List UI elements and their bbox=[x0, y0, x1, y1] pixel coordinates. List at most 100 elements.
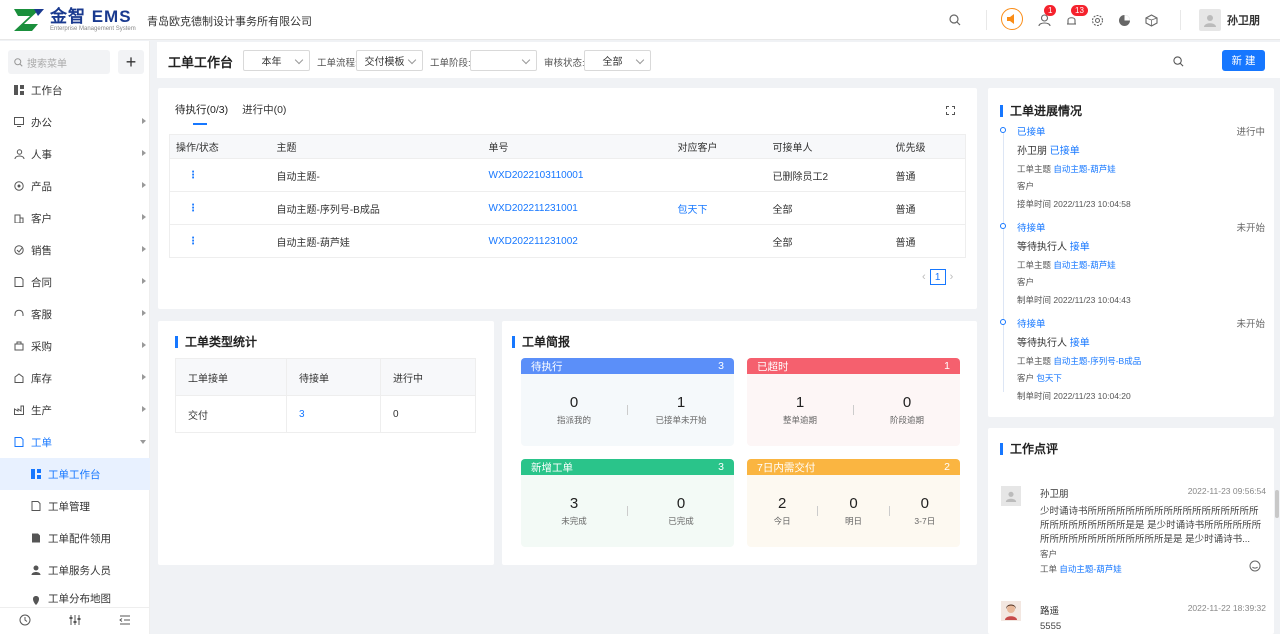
sidebar-subitem-staff[interactable]: 工单服务人员 bbox=[0, 554, 150, 586]
sidebar-item-product[interactable]: 产品 bbox=[0, 170, 150, 202]
app-logo[interactable]: 金智 EMS Enterprise Management System bbox=[12, 7, 136, 33]
add-button[interactable]: + bbox=[118, 50, 144, 74]
period-select[interactable]: 本年 bbox=[243, 50, 310, 71]
search-icon[interactable] bbox=[946, 11, 964, 29]
time-value: 2022/11/23 10:04:58 bbox=[1053, 199, 1131, 209]
sidebar-item-hr[interactable]: 人事 bbox=[0, 138, 150, 170]
scrollbar[interactable] bbox=[1275, 490, 1279, 518]
sidebar-item-workbench[interactable]: 工作台 bbox=[0, 74, 150, 106]
comment-time: 2022-11-23 09:56:54 bbox=[1187, 486, 1266, 496]
sidebar-subitem-map[interactable]: 工单分布地图 bbox=[0, 586, 150, 606]
reply-icon[interactable] bbox=[1249, 560, 1261, 575]
menu-search-input[interactable]: 搜索菜单 bbox=[8, 50, 110, 74]
row-number-link[interactable]: WXD202211231001 bbox=[482, 191, 672, 225]
pagination: ‹ 1 › bbox=[922, 269, 953, 285]
sidebar-item-sales[interactable]: 销售 bbox=[0, 234, 150, 266]
brief-box-overdue[interactable]: 已超时 1 1 整单逾期 0 阶段逾期 bbox=[747, 358, 960, 446]
document-icon bbox=[13, 436, 25, 448]
subject-link[interactable]: 自动主题-序列号-B成品 bbox=[1053, 356, 1141, 366]
sidebar-subitem-manage[interactable]: 工单管理 bbox=[0, 490, 150, 522]
row-customer-link[interactable] bbox=[671, 158, 767, 192]
brief-box-due-7-days[interactable]: 7日内需交付 2 2 今日 0 明日 0 3-7日 bbox=[747, 459, 960, 547]
sidebar-item-customer[interactable]: 客户 bbox=[0, 202, 150, 234]
brief-stat-number: 0 bbox=[569, 394, 579, 411]
progress-status[interactable]: 待接单 bbox=[1017, 220, 1046, 234]
fullscreen-icon[interactable] bbox=[946, 104, 955, 118]
header-divider bbox=[986, 10, 987, 30]
pie-chart-icon[interactable] bbox=[1115, 11, 1133, 29]
flow-select[interactable]: 交付模板 bbox=[356, 50, 423, 71]
column-header: 主题 bbox=[270, 134, 483, 159]
row-customer-link[interactable]: 包天下 bbox=[671, 191, 767, 225]
new-button[interactable]: 新 建 bbox=[1222, 50, 1265, 71]
collapse-menu-icon[interactable] bbox=[119, 614, 131, 629]
sidebar-item-service[interactable]: 客服 bbox=[0, 298, 150, 330]
pending-count-link[interactable]: 3 bbox=[286, 395, 381, 433]
bell-icon[interactable]: 13 bbox=[1062, 5, 1088, 29]
brief-box-pending[interactable]: 待执行 3 0 指派我的 1 已接单未开始 bbox=[521, 358, 734, 446]
comments-title: 工作点评 bbox=[1000, 440, 1058, 457]
brief-box-header: 待执行 3 bbox=[521, 358, 734, 374]
brief-stat[interactable]: 3 未完成 bbox=[521, 495, 627, 527]
sidebar-item-workorder[interactable]: 工单 bbox=[0, 426, 150, 458]
next-page-icon[interactable]: › bbox=[950, 271, 954, 283]
subject-link[interactable]: 自动主题-葫芦娃 bbox=[1053, 260, 1115, 270]
brief-stat[interactable]: 0 已完成 bbox=[628, 495, 734, 527]
row-actions-menu[interactable]: ⋮ bbox=[169, 191, 271, 225]
chevron-down-icon bbox=[521, 55, 531, 65]
subject-link[interactable]: 自动主题-葫芦娃 bbox=[1053, 164, 1115, 174]
row-actions-menu[interactable]: ⋮ bbox=[169, 224, 271, 258]
sidebar-item-office[interactable]: 办公 bbox=[0, 106, 150, 138]
sidebar-subitem-workbench[interactable]: 工单工作台 bbox=[0, 458, 150, 490]
brief-stat[interactable]: 1 整单逾期 bbox=[747, 394, 853, 426]
sidebar-item-inventory[interactable]: 库存 bbox=[0, 362, 150, 394]
table-header-row: 操作/状态 主题 单号 对应客户 可接单人 优先级 bbox=[169, 134, 966, 159]
sidebar-item-label: 工单分布地图 bbox=[48, 593, 111, 605]
time-label: 制单时间 bbox=[1017, 391, 1052, 401]
user-menu[interactable]: 孙卫朋 bbox=[1199, 9, 1260, 31]
sidebar-subitem-parts[interactable]: 工单配件领用 bbox=[0, 522, 150, 554]
brief-stat[interactable]: 2 今日 bbox=[747, 495, 817, 527]
row-actions-menu[interactable]: ⋮ bbox=[169, 158, 271, 192]
progress-state: 进行中 bbox=[1236, 127, 1265, 138]
comment-author: 孙卫朋 bbox=[1040, 489, 1069, 500]
review-select-value: 全部 bbox=[602, 57, 623, 68]
page-number[interactable]: 1 bbox=[929, 269, 946, 285]
brief-box-count: 3 bbox=[718, 461, 724, 473]
tab-in-progress[interactable]: 进行中(0) bbox=[242, 102, 286, 117]
sidebar-item-contract[interactable]: 合同 bbox=[0, 266, 150, 298]
brief-stat[interactable]: 0 3-7日 bbox=[890, 495, 960, 527]
history-icon[interactable] bbox=[19, 614, 31, 629]
brief-stat[interactable]: 0 指派我的 bbox=[521, 394, 627, 426]
contract-icon bbox=[13, 276, 25, 288]
tab-pending[interactable]: 待执行(0/3) bbox=[175, 102, 228, 125]
progress-status[interactable]: 待接单 bbox=[1017, 316, 1046, 330]
row-customer-link[interactable] bbox=[671, 224, 767, 258]
brief-stat[interactable]: 1 已接单未开始 bbox=[628, 394, 734, 426]
prev-page-icon[interactable]: ‹ bbox=[922, 271, 926, 283]
customer-link[interactable]: 包天下 bbox=[1036, 373, 1062, 383]
brief-stat[interactable]: 0 明日 bbox=[818, 495, 888, 527]
comment-order-link[interactable]: 自动主题-葫芦娃 bbox=[1059, 564, 1121, 574]
speaker-icon[interactable] bbox=[1001, 8, 1023, 30]
contacts-icon[interactable]: 1 bbox=[1035, 5, 1057, 29]
brief-title: 工单简报 bbox=[512, 333, 570, 350]
cube-icon[interactable] bbox=[1142, 11, 1160, 29]
search-icon[interactable] bbox=[1169, 52, 1187, 70]
brief-stat-label: 指派我的 bbox=[556, 415, 591, 425]
brief-box-new[interactable]: 新增工单 3 3 未完成 0 已完成 bbox=[521, 459, 734, 547]
row-number-link[interactable]: WXD202211231002 bbox=[482, 224, 672, 258]
sliders-icon[interactable] bbox=[69, 614, 81, 629]
sidebar-item-label: 产品 bbox=[31, 180, 52, 193]
brief-stat[interactable]: 0 阶段逾期 bbox=[854, 394, 960, 426]
progress-action: 已接单 bbox=[1049, 146, 1080, 157]
row-number-link[interactable]: WXD2022103110001 bbox=[482, 158, 672, 192]
stage-select[interactable] bbox=[470, 50, 537, 71]
page-title: 工单工作台 bbox=[168, 55, 234, 70]
type-cell: 交付 bbox=[175, 395, 287, 433]
progress-status[interactable]: 已接单 bbox=[1017, 124, 1046, 138]
sidebar-item-purchase[interactable]: 采购 bbox=[0, 330, 150, 362]
sidebar-item-production[interactable]: 生产 bbox=[0, 394, 150, 426]
review-select[interactable]: 全部 bbox=[584, 50, 651, 71]
gear-icon[interactable] bbox=[1088, 11, 1106, 29]
